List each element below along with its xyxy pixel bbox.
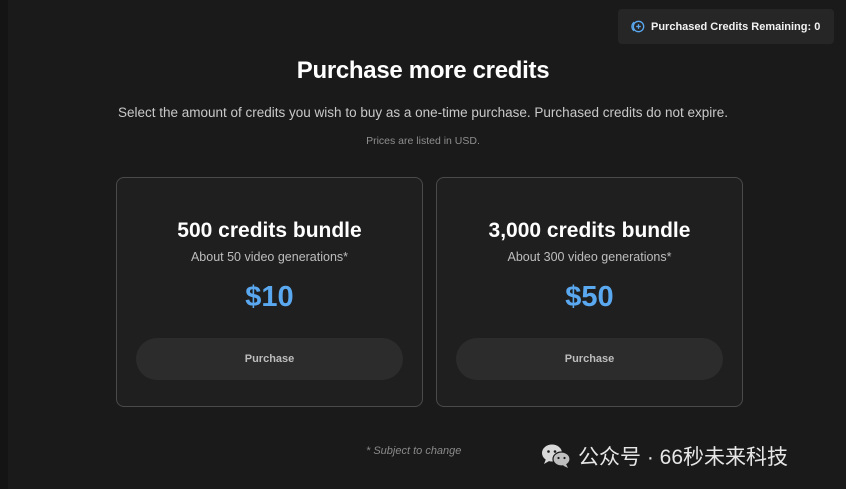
bundle-card-3000: 3,000 credits bundle About 300 video gen… [436, 177, 743, 407]
wechat-icon [540, 442, 572, 470]
price-currency-note: Prices are listed in USD. [366, 135, 480, 147]
bundle-description: About 300 video generations* [507, 250, 672, 264]
credits-remaining-label: Purchased Credits Remaining: 0 [651, 20, 821, 33]
purchase-button-500[interactable]: Purchase [136, 338, 403, 380]
purchase-button-3000[interactable]: Purchase [456, 338, 723, 380]
bundle-title: 500 credits bundle [177, 219, 362, 242]
bundle-price: $10 [245, 281, 294, 313]
bundle-card-500: 500 credits bundle About 50 video genera… [116, 177, 423, 407]
bundle-title: 3,000 credits bundle [488, 219, 691, 242]
coin-plus-icon [630, 19, 645, 34]
subject-to-change-footnote: * Subject to change [366, 445, 462, 457]
credits-remaining-badge[interactable]: Purchased Credits Remaining: 0 [618, 9, 834, 44]
watermark-text: 公众号 · 66秒未来科技 [578, 446, 789, 469]
wechat-watermark: 公众号 · 66秒未来科技 [516, 434, 846, 478]
bundle-price: $50 [565, 281, 614, 313]
page-title: Purchase more credits [296, 57, 550, 84]
bundle-description: About 50 video generations* [190, 250, 349, 264]
page-subtitle: Select the amount of credits you wish to… [117, 105, 729, 120]
